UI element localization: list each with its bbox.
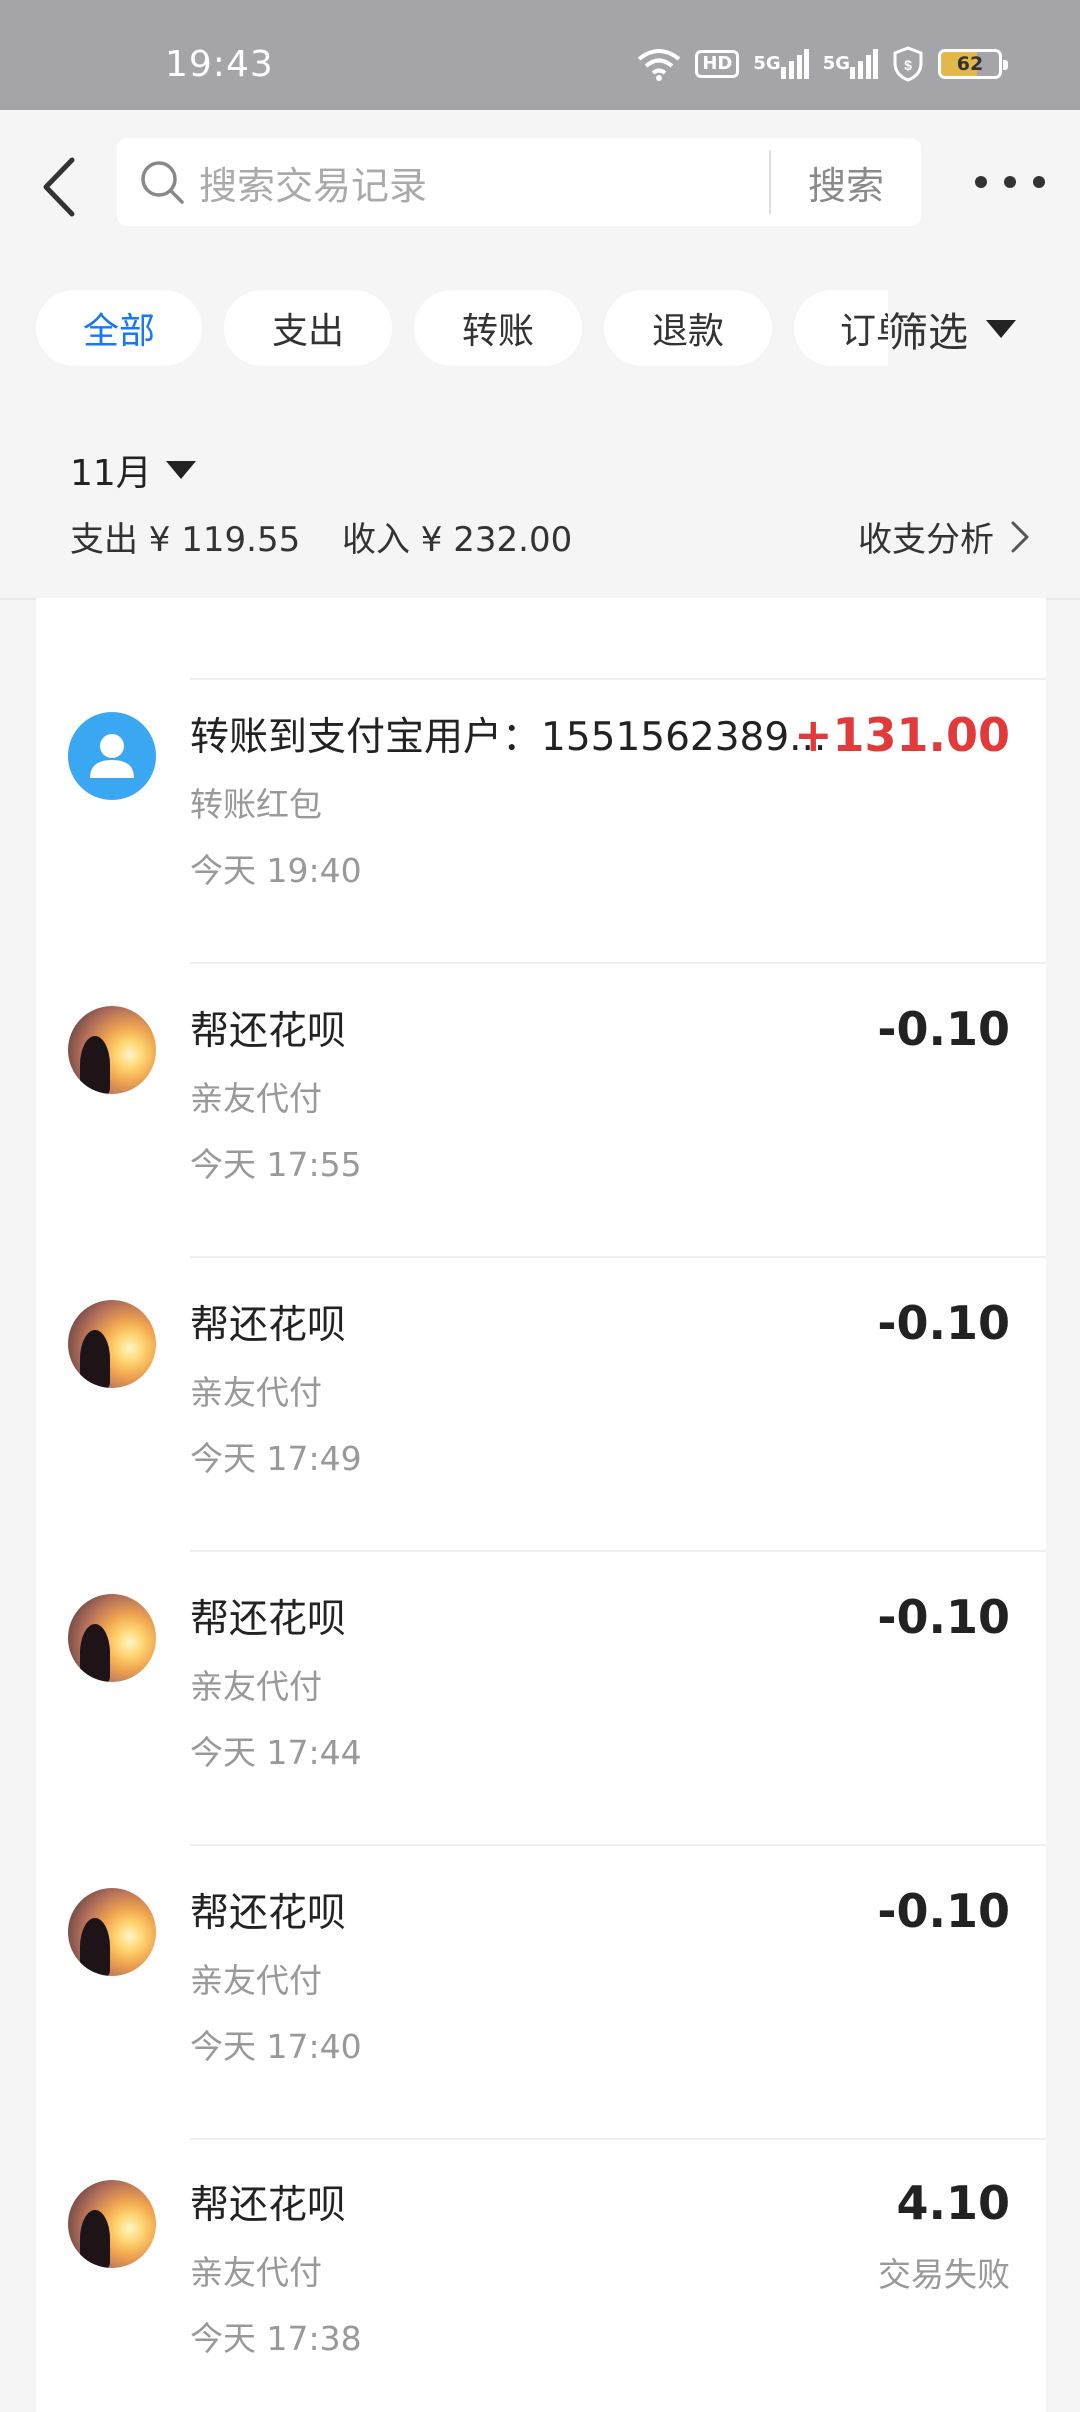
avatar [68, 1006, 156, 1094]
list-item[interactable] [36, 598, 1046, 680]
transaction-title: 帮还花呗 [190, 1009, 347, 1054]
expense-total: 支出 ¥ 119.55 [70, 520, 301, 560]
analysis-label: 收支分析 [858, 520, 994, 560]
filter-button[interactable]: 筛选 [888, 290, 1080, 368]
transaction-category: 亲友代付 [190, 2253, 322, 2292]
transaction-time: 今天 17:49 [190, 1439, 362, 1478]
transaction-title: 帮还花呗 [190, 2183, 347, 2228]
back-button[interactable] [28, 154, 88, 220]
more-dot-icon [1033, 176, 1045, 188]
battery-icon: 62 [938, 49, 1008, 79]
avatar [68, 1594, 156, 1682]
status-icons: HD 5G 5G $ 62 [637, 46, 1008, 82]
transaction-amount: -0.10 [877, 1884, 1010, 1938]
signal-label-2: 5G [822, 53, 850, 74]
transaction-category: 亲友代付 [190, 1373, 322, 1412]
shield-icon: $ [892, 46, 924, 82]
chevron-left-icon [43, 157, 75, 217]
transaction-time: 今天 17:44 [190, 1733, 362, 1772]
caret-down-icon [986, 320, 1016, 338]
avatar-silhouette [80, 1330, 110, 1388]
hd-badge: HD [695, 50, 740, 78]
status-bar: 19:43 HD 5G 5G $ 62 [0, 0, 1080, 110]
avatar-silhouette [80, 1624, 110, 1682]
search-bar[interactable]: 搜索交易记录 搜索 [117, 138, 921, 226]
more-dot-icon [1004, 176, 1016, 188]
more-options-button[interactable] [975, 160, 1045, 204]
list-item[interactable]: 帮还花呗 亲友代付 今天 17:40 -0.10 [36, 1846, 1046, 2140]
month-summary: 支出 ¥ 119.55 收入 ¥ 232.00 收支分析 [70, 512, 1030, 562]
transaction-amount: -0.10 [877, 1002, 1010, 1056]
analysis-link[interactable]: 收支分析 [858, 512, 1030, 561]
more-dot-icon [975, 176, 987, 188]
month-label: 11月 [70, 453, 152, 494]
wifi-icon [637, 47, 681, 81]
chip-expense[interactable]: 支出 [224, 290, 392, 366]
list-item[interactable]: 帮还花呗 亲友代付 今天 17:55 -0.10 [36, 964, 1046, 1258]
avatar [68, 2180, 156, 2268]
transaction-category: 亲友代付 [190, 1667, 322, 1706]
search-icon [139, 159, 185, 205]
month-selector[interactable]: 11月 [70, 444, 196, 496]
chip-transfer[interactable]: 转账 [414, 290, 582, 366]
transaction-time: 今天 17:55 [190, 1145, 362, 1184]
transaction-title: 帮还花呗 [190, 1891, 347, 1936]
transaction-list: 转账到支付宝用户：1551562389... 转账红包 今天 19:40 +13… [36, 598, 1046, 2412]
transaction-category: 亲友代付 [190, 1079, 322, 1118]
chip-all[interactable]: 全部 [36, 290, 202, 366]
avatar-silhouette [80, 1918, 110, 1976]
header: 搜索交易记录 搜索 [0, 110, 1080, 260]
filter-chips: 全部 支出 转账 退款 订单 筛选 [0, 290, 1080, 368]
avatar [68, 1300, 156, 1388]
avatar [68, 1888, 156, 1976]
user-icon [90, 734, 134, 778]
list-item[interactable]: 帮还花呗 亲友代付 今天 17:49 -0.10 [36, 1258, 1046, 1552]
avatar-silhouette [80, 2210, 110, 2268]
avatar-silhouette [80, 1036, 110, 1094]
transaction-time: 今天 17:40 [190, 2027, 362, 2066]
transaction-amount: -0.10 [877, 1296, 1010, 1350]
list-item[interactable]: 帮还花呗 亲友代付 今天 17:38 4.10 交易失败 [36, 2138, 1046, 2412]
transaction-status: 交易失败 [878, 2255, 1010, 2294]
transaction-time: 今天 19:40 [190, 851, 362, 890]
signal-icon-1: 5G [753, 49, 809, 79]
transaction-title: 帮还花呗 [190, 1597, 347, 1642]
avatar [68, 712, 156, 800]
signal-label-1: 5G [753, 53, 781, 74]
transaction-time: 今天 17:38 [190, 2319, 362, 2358]
transaction-title: 帮还花呗 [190, 1303, 347, 1348]
chevron-right-icon [1011, 521, 1029, 552]
transaction-amount: -0.10 [877, 1590, 1010, 1644]
list-item[interactable]: 转账到支付宝用户：1551562389... 转账红包 今天 19:40 +13… [36, 670, 1046, 964]
transaction-amount: 4.10 [896, 2176, 1011, 2230]
caret-down-icon [165, 461, 196, 479]
transaction-category: 转账红包 [190, 785, 322, 824]
transaction-amount: +131.00 [793, 708, 1010, 762]
transaction-title: 转账到支付宝用户：1551562389... [190, 715, 827, 760]
search-input[interactable]: 搜索交易记录 [199, 155, 769, 210]
chip-refund[interactable]: 退款 [604, 290, 772, 366]
income-total: 收入 ¥ 232.00 [342, 520, 573, 560]
filter-label: 筛选 [888, 310, 968, 356]
signal-icon-2: 5G [823, 49, 878, 79]
list-item[interactable]: 帮还花呗 亲友代付 今天 17:44 -0.10 [36, 1552, 1046, 1846]
status-time: 19:43 [165, 44, 274, 85]
transaction-category: 亲友代付 [190, 1961, 322, 2000]
search-button[interactable]: 搜索 [771, 155, 921, 210]
svg-text:$: $ [904, 57, 912, 73]
